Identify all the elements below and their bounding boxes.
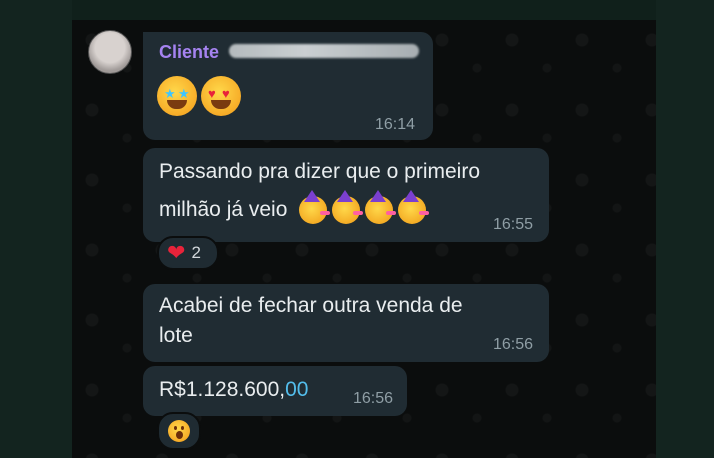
amount-cents: 00 [285,378,309,401]
left-panel-edge [0,0,72,458]
partying-face-emoji [365,190,397,225]
reaction-badge[interactable] [157,412,201,450]
emoji-row [299,190,430,225]
right-panel-edge [656,0,714,458]
amount-text: R$1.128.600,00 [159,374,308,406]
emoji-row: ★ ★ ♥ ♥ [157,76,241,116]
message-time: 16:56 [493,336,534,353]
message-bubble-3[interactable]: Acabei de fechar outra venda de lote 16:… [143,284,549,362]
message-text-line-2-text: milhão já veio [159,198,288,221]
redacted-phone-number [229,44,419,58]
star-struck-emoji: ★ ★ [157,76,197,116]
message-time: 16:55 [493,216,534,233]
message-time: 16:56 [353,390,394,407]
message-text-line-1: Acabei de fechar outra venda de [159,294,463,317]
message-time: 16:14 [375,116,416,133]
message-bubble-1[interactable]: Cliente ★ ★ ♥ ♥ 16:14 [143,32,433,140]
partying-face-emoji [299,190,331,225]
reaction-badge[interactable]: ❤ 2 [157,236,219,270]
message-text-line-1: Passando pra dizer que o primeiro [159,160,481,183]
message-text-line-2: milhão já veio [159,190,430,226]
heart-icon: ❤ [167,240,186,265]
message-bubble-4[interactable]: R$1.128.600,00 16:56 [143,366,407,416]
reaction-count: 2 [191,243,201,262]
sender-name[interactable]: Cliente [159,42,219,63]
partying-face-emoji [398,190,430,225]
amount-main: R$1.128.600, [159,378,286,401]
window-top-border [0,0,714,20]
message-bubble-2[interactable]: Passando pra dizer que o primeiro milhão… [143,148,549,242]
heart-eyes-emoji: ♥ ♥ [201,76,241,116]
partying-face-emoji [332,190,364,225]
contact-avatar[interactable] [88,30,132,74]
astonished-face-icon [168,420,190,442]
message-text-line-2: lote [159,324,193,347]
